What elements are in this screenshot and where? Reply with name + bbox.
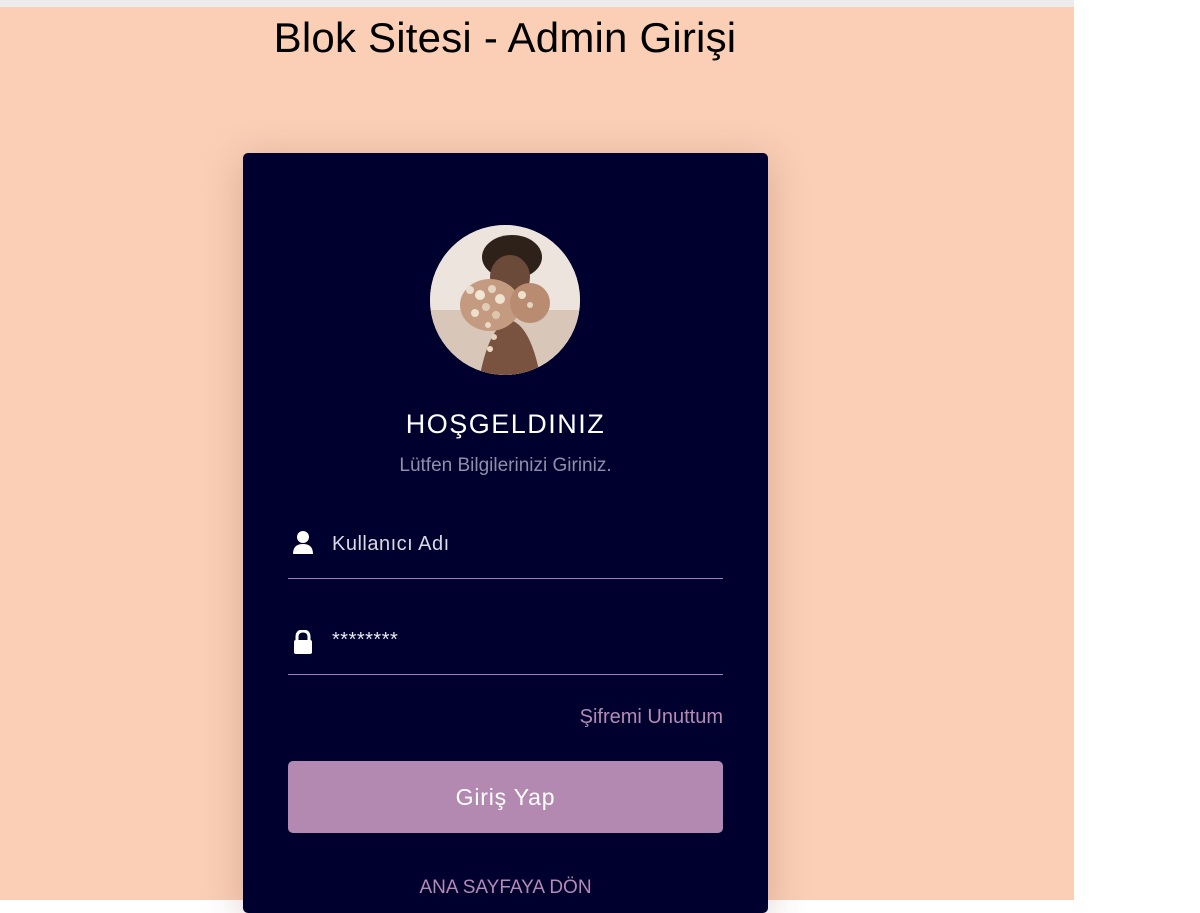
- browser-top-strip: [0, 0, 1074, 7]
- back-to-home-link[interactable]: ANA SAYFAYA DÖN: [243, 877, 768, 899]
- password-field: [288, 624, 723, 675]
- welcome-heading: HOŞGELDINIZ: [405, 409, 606, 439]
- login-button[interactable]: Giriş Yap: [288, 761, 723, 833]
- password-input[interactable]: [332, 624, 712, 656]
- user-icon: [292, 530, 314, 556]
- instruction-text: Lütfen Bilgilerinizi Giriniz.: [399, 455, 612, 476]
- login-card: HOŞGELDINIZ Lütfen Bilgilerinizi Giriniz…: [243, 153, 768, 913]
- lock-icon: [292, 629, 314, 656]
- username-input[interactable]: [332, 528, 712, 560]
- page-title: Blok Sitesi - Admin Girişi: [273, 14, 737, 61]
- avatar-photo: [430, 225, 580, 375]
- avatar: [430, 225, 580, 375]
- forgot-password-link[interactable]: Şifremi Unuttum: [288, 706, 723, 729]
- username-field: [288, 528, 723, 579]
